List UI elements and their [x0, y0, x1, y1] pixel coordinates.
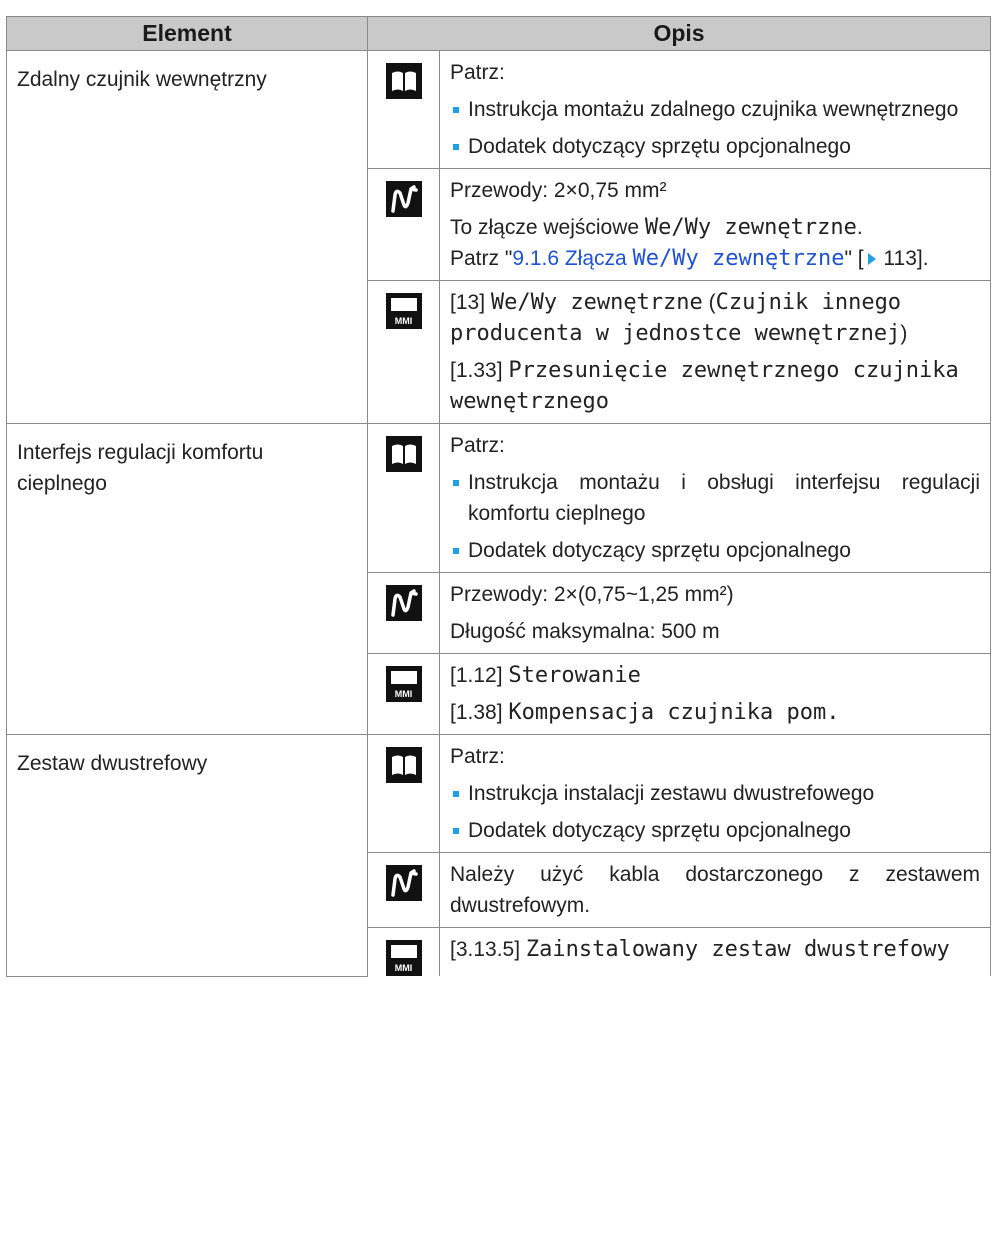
table-row: Interfejs regulacji komfortu cieplnego P…	[6, 423, 991, 735]
see-label: Patrz:	[450, 745, 505, 768]
wiring-cell: Przewody: 2×(0,75~1,25 mm²) Długość maks…	[439, 572, 991, 654]
mmi-icon: MMI	[385, 293, 422, 329]
list-item: Dodatek dotyczący sprzętu opcjonalnego	[450, 535, 980, 566]
table-row: Zdalny czujnik wewnętrzny Patrz: Instruk…	[6, 50, 991, 424]
list-item: Instrukcja instalacji zestawu dwustrefow…	[450, 778, 980, 809]
book-icon	[385, 747, 422, 783]
section-link[interactable]: 9.1.6 Złącza We/Wy zewnętrzne	[512, 246, 844, 271]
reference-cell: Patrz: Instrukcja montażu zdalnego czujn…	[439, 50, 991, 169]
wiring-cell: Przewody: 2×0,75 mm² To złącze wejściowe…	[439, 168, 991, 281]
table-row: Zestaw dwustrefowy Patrz: Instrukcja ins…	[6, 734, 991, 977]
mmi-cell: [13] We/Wy zewnętrzne (Czujnik innego pr…	[439, 280, 991, 424]
wiring-icon	[385, 181, 422, 217]
wiring-text: Przewody: 2×0,75 mm²	[450, 179, 667, 202]
wiring-text: Długość maksymalna: 500 m	[450, 620, 720, 643]
see-label: Patrz:	[450, 61, 505, 84]
mmi-setting: [3.13.5] Zainstalowany zestaw dwustrefow…	[450, 937, 950, 962]
wiring-icon	[385, 865, 422, 901]
mmi-cell: [3.13.5] Zainstalowany zestaw dwustrefow…	[439, 927, 991, 976]
book-icon	[385, 63, 422, 99]
list-item: Dodatek dotyczący sprzętu opcjonalnego	[450, 131, 980, 162]
mmi-icon: MMI	[385, 940, 422, 976]
mmi-setting: [1.12] Sterowanie	[450, 663, 641, 688]
list-item: Dodatek dotyczący sprzętu opcjonalnego	[450, 815, 980, 846]
reference-cell: Patrz: Instrukcja instalacji zestawu dwu…	[439, 734, 991, 853]
header-opis: Opis	[367, 16, 991, 51]
mmi-setting: [1.38] Kompensacja czujnika pom.	[450, 700, 840, 725]
wiring-text: To złącze wejściowe We/Wy zewnętrzne. Pat…	[450, 215, 929, 271]
mmi-setting: [13] We/Wy zewnętrzne (Czujnik innego pr…	[450, 290, 908, 346]
element-name: Zdalny czujnik wewnętrzny	[6, 50, 368, 424]
element-name: Interfejs regulacji komfortu cieplnego	[6, 423, 368, 735]
wiring-cell: Należy użyć kabla dostarczonego z zestaw…	[439, 852, 991, 928]
mmi-setting: [1.33] Przesunięcie zewnętrznego czujnik…	[450, 358, 959, 414]
wiring-icon	[385, 585, 422, 621]
table-header-row: Element Opis	[6, 16, 991, 51]
mmi-cell: [1.12] Sterowanie [1.38] Kompensacja czu…	[439, 653, 991, 735]
header-element: Element	[6, 16, 368, 51]
element-name: Zestaw dwustrefowy	[6, 734, 368, 977]
list-item: Instrukcja montażu zdalnego czujnika wew…	[450, 94, 980, 125]
wiring-text: Przewody: 2×(0,75~1,25 mm²)	[450, 583, 734, 606]
page-ref-arrow-icon	[867, 253, 876, 265]
wiring-text: Należy użyć kabla dostarczonego z zestaw…	[450, 863, 980, 917]
options-table: Element Opis Zdalny czujnik wewnętrzny P…	[6, 16, 991, 977]
reference-cell: Patrz: Instrukcja montażu i obsługi inte…	[439, 423, 991, 573]
list-item: Instrukcja montażu i obsługi interfejsu …	[450, 467, 980, 529]
mmi-icon: MMI	[385, 666, 422, 702]
see-label: Patrz:	[450, 434, 505, 457]
book-icon	[385, 436, 422, 472]
